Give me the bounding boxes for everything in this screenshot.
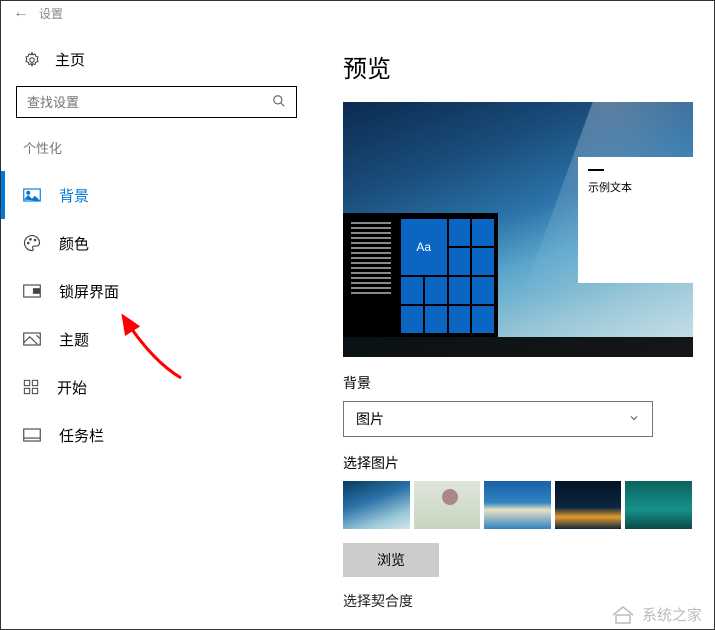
preview-sample-text: 示例文本 [588,182,632,194]
sidebar-item-label: 任务栏 [59,425,104,446]
home-link[interactable]: 主页 [1,45,319,86]
gear-icon [23,51,41,69]
preview-window: 示例文本 [578,157,693,283]
desktop-preview: Aa 示例文本 [343,102,693,357]
lockscreen-icon [23,284,41,298]
category-label: 个性化 [1,138,319,171]
preview-tile-aa: Aa [401,219,447,275]
preview-taskbar [343,337,693,357]
picture-icon [23,188,41,202]
start-icon [23,379,39,395]
sidebar-item-start[interactable]: 开始 [1,363,319,411]
background-label: 背景 [343,373,692,393]
chevron-down-icon [628,411,640,427]
picture-thumb[interactable] [625,481,692,529]
search-input-wrapper[interactable] [16,86,297,118]
picture-thumb[interactable] [555,481,622,529]
taskbar-icon [23,428,41,442]
sidebar-item-lockscreen[interactable]: 锁屏界面 [1,267,319,315]
choose-picture-label: 选择图片 [343,453,692,473]
sidebar: 主页 个性化 背景 颜色 锁屏界面 主题 开始 [1,25,319,629]
sidebar-item-themes[interactable]: 主题 [1,315,319,363]
sidebar-item-label: 开始 [57,377,87,398]
picture-thumb[interactable] [484,481,551,529]
sidebar-item-background[interactable]: 背景 [1,171,319,219]
main-content: 预览 Aa 示例文本 [319,25,714,629]
sidebar-item-label: 背景 [59,185,89,206]
palette-icon [23,234,41,252]
sidebar-item-taskbar[interactable]: 任务栏 [1,411,319,459]
sidebar-item-label: 锁屏界面 [59,281,119,302]
dropdown-value: 图片 [356,409,384,429]
layout: 主页 个性化 背景 颜色 锁屏界面 主题 开始 [1,25,714,629]
background-dropdown[interactable]: 图片 [343,401,653,437]
browse-button[interactable]: 浏览 [343,543,439,577]
window-title: 设置 [39,5,63,22]
titlebar: ← 设置 [1,1,714,25]
picture-thumbnails [343,481,692,529]
preview-startmenu: Aa [343,213,498,337]
home-label: 主页 [55,49,85,70]
search-icon [272,94,286,111]
back-button[interactable]: ← [13,4,29,22]
picture-thumb[interactable] [414,481,481,529]
fit-label: 选择契合度 [343,591,692,611]
preview-heading: 预览 [343,49,692,84]
sidebar-item-label: 颜色 [59,233,89,254]
sidebar-item-label: 主题 [59,329,89,350]
themes-icon [23,332,41,346]
search-input[interactable] [27,95,272,110]
sidebar-item-colors[interactable]: 颜色 [1,219,319,267]
picture-thumb[interactable] [343,481,410,529]
